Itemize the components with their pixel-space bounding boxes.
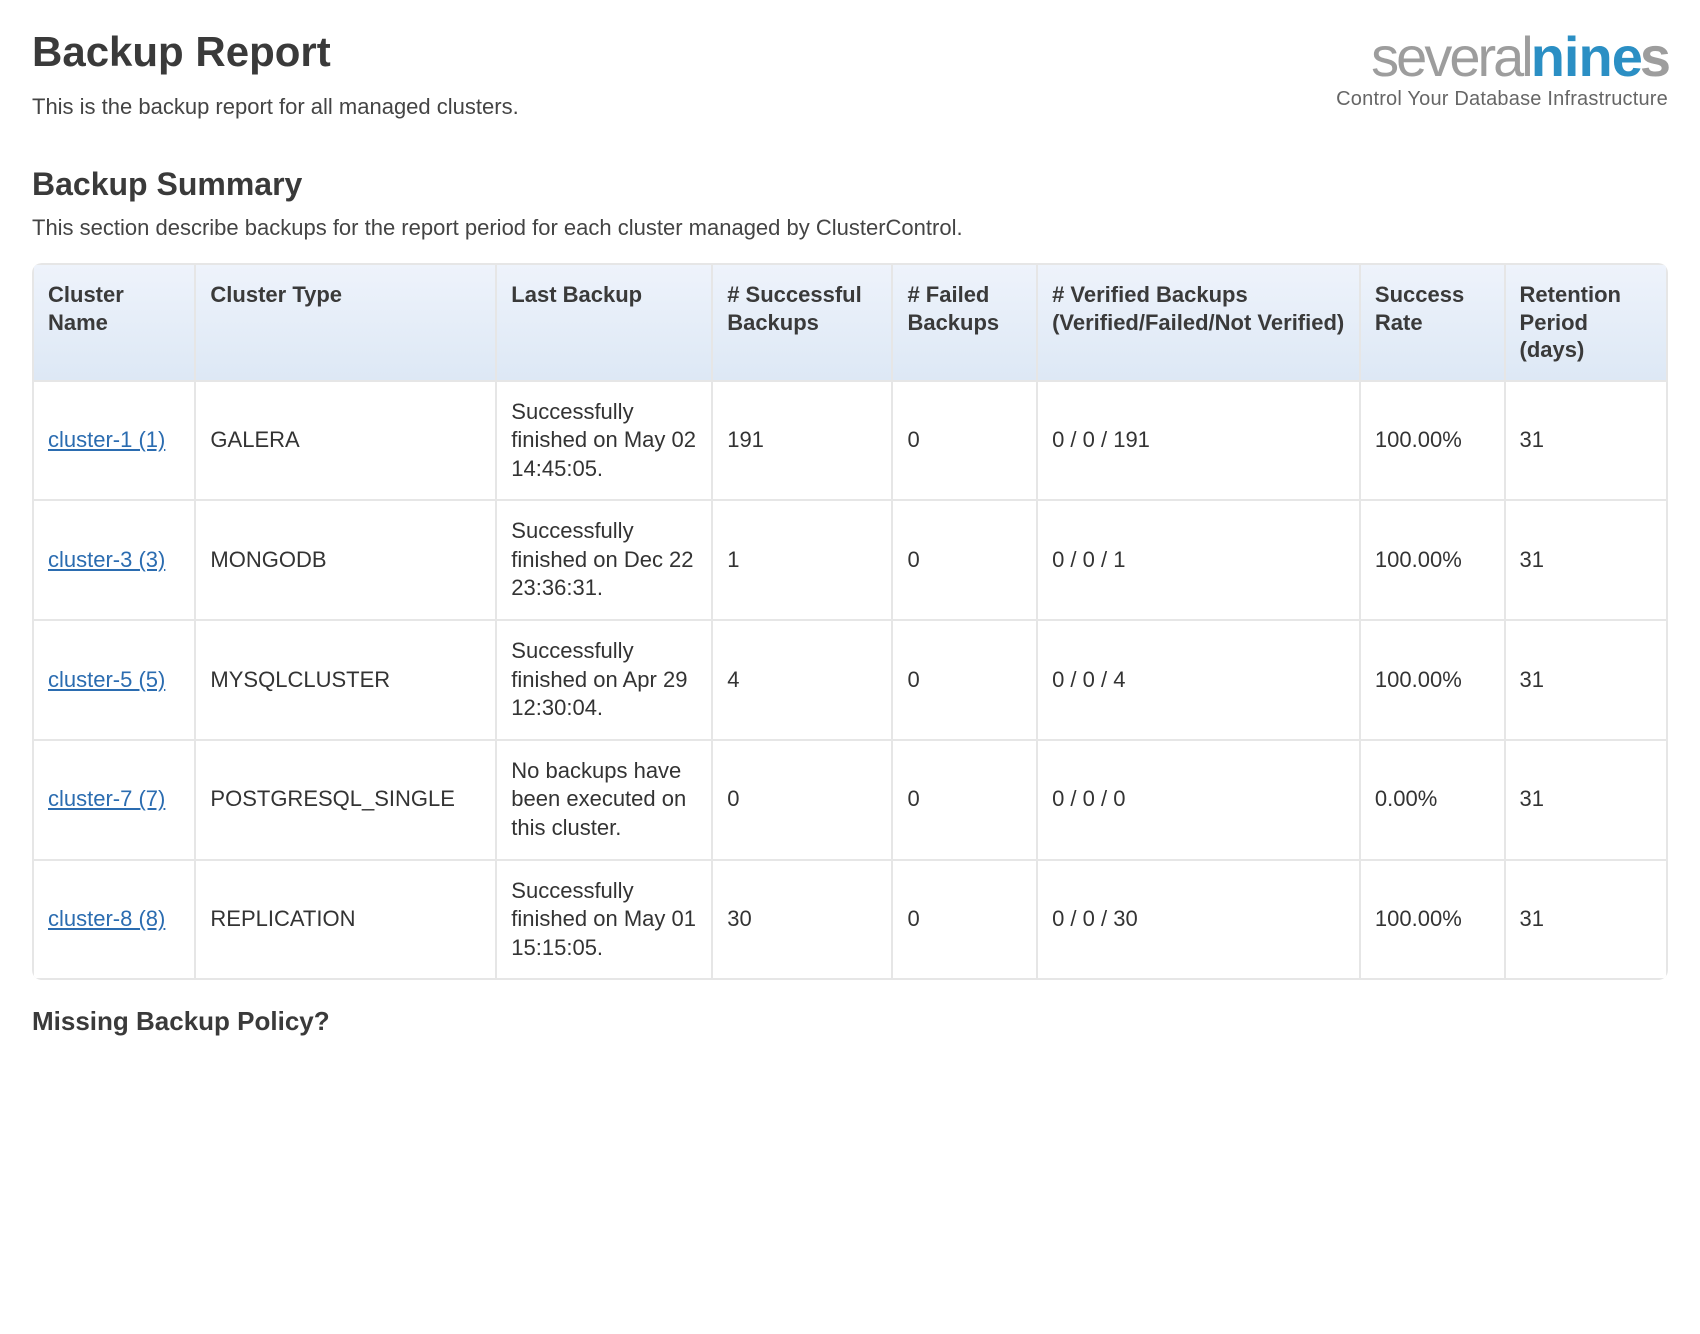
- cell-verified: 0 / 0 / 0: [1038, 741, 1359, 859]
- cell-successful: 191: [713, 382, 891, 500]
- col-cluster-type: Cluster Type: [196, 265, 495, 380]
- logo-tagline: Control Your Database Infrastructure: [1248, 88, 1668, 111]
- cell-verified: 0 / 0 / 1: [1038, 501, 1359, 619]
- cell-cluster-type: MONGODB: [196, 501, 495, 619]
- cell-success-rate: 0.00%: [1361, 741, 1504, 859]
- col-verified: # Verified Backups (Verified/Failed/Not …: [1038, 265, 1359, 380]
- table-header-row: Cluster Name Cluster Type Last Backup # …: [34, 265, 1666, 380]
- col-retention: Retention Period (days): [1506, 265, 1666, 380]
- logo-text-several: several: [1371, 25, 1531, 88]
- cell-last-backup: No backups have been executed on this cl…: [497, 741, 711, 859]
- cell-successful: 1: [713, 501, 891, 619]
- cell-cluster-type: POSTGRESQL_SINGLE: [196, 741, 495, 859]
- cell-success-rate: 100.00%: [1361, 501, 1504, 619]
- col-last-backup: Last Backup: [497, 265, 711, 380]
- col-success-rate: Success Rate: [1361, 265, 1504, 380]
- cell-failed: 0: [893, 501, 1036, 619]
- cluster-link[interactable]: cluster-7 (7): [48, 786, 165, 811]
- cell-retention: 31: [1506, 861, 1666, 979]
- cell-last-backup: Successfully finished on May 02 14:45:05…: [497, 382, 711, 500]
- logo-text-nin: nin: [1531, 25, 1612, 88]
- cell-cluster-name: cluster-1 (1): [34, 382, 194, 500]
- cell-failed: 0: [893, 741, 1036, 859]
- col-failed: # Failed Backups: [893, 265, 1036, 380]
- cell-last-backup: Successfully finished on May 01 15:15:05…: [497, 861, 711, 979]
- cell-cluster-type: GALERA: [196, 382, 495, 500]
- cell-success-rate: 100.00%: [1361, 861, 1504, 979]
- logo-text-s: s: [1640, 25, 1668, 88]
- cell-failed: 0: [893, 621, 1036, 739]
- cluster-link[interactable]: cluster-5 (5): [48, 667, 165, 692]
- cell-success-rate: 100.00%: [1361, 382, 1504, 500]
- cell-successful: 4: [713, 621, 891, 739]
- cell-retention: 31: [1506, 382, 1666, 500]
- col-cluster-name: Cluster Name: [34, 265, 194, 380]
- page-subtitle: This is the backup report for all manage…: [32, 94, 519, 120]
- brand-logo: severalnines Control Your Database Infra…: [1248, 28, 1668, 111]
- cell-cluster-name: cluster-7 (7): [34, 741, 194, 859]
- cell-success-rate: 100.00%: [1361, 621, 1504, 739]
- cell-cluster-name: cluster-8 (8): [34, 861, 194, 979]
- table-row: cluster-7 (7) POSTGRESQL_SINGLENo backups…: [34, 741, 1666, 859]
- cell-verified: 0 / 0 / 30: [1038, 861, 1359, 979]
- cell-successful: 30: [713, 861, 891, 979]
- cell-failed: 0: [893, 861, 1036, 979]
- cell-verified: 0 / 0 / 191: [1038, 382, 1359, 500]
- table-row: cluster-8 (8) REPLICATIONSuccessfully fin…: [34, 861, 1666, 979]
- cell-retention: 31: [1506, 741, 1666, 859]
- table-row: cluster-1 (1) GALERASuccessfully finished…: [34, 382, 1666, 500]
- cell-cluster-type: MYSQLCLUSTER: [196, 621, 495, 739]
- cell-retention: 31: [1506, 501, 1666, 619]
- cell-failed: 0: [893, 382, 1036, 500]
- col-successful: # Successful Backups: [713, 265, 891, 380]
- cluster-link[interactable]: cluster-3 (3): [48, 547, 165, 572]
- logo-text-e: e: [1612, 25, 1640, 88]
- missing-policy-heading: Missing Backup Policy?: [32, 1006, 1668, 1037]
- cluster-link[interactable]: cluster-1 (1): [48, 427, 165, 452]
- cell-last-backup: Successfully finished on Apr 29 12:30:04…: [497, 621, 711, 739]
- table-row: cluster-5 (5) MYSQLCLUSTERSuccessfully fi…: [34, 621, 1666, 739]
- cell-cluster-type: REPLICATION: [196, 861, 495, 979]
- page-title: Backup Report: [32, 28, 519, 76]
- backup-summary-table: Cluster Name Cluster Type Last Backup # …: [32, 263, 1668, 980]
- cell-cluster-name: cluster-3 (3): [34, 501, 194, 619]
- summary-description: This section describe backups for the re…: [32, 215, 1668, 241]
- cell-last-backup: Successfully finished on Dec 22 23:36:31…: [497, 501, 711, 619]
- cell-verified: 0 / 0 / 4: [1038, 621, 1359, 739]
- cell-cluster-name: cluster-5 (5): [34, 621, 194, 739]
- cell-successful: 0: [713, 741, 891, 859]
- table-row: cluster-3 (3) MONGODBSuccessfully finishe…: [34, 501, 1666, 619]
- cluster-link[interactable]: cluster-8 (8): [48, 906, 165, 931]
- cell-retention: 31: [1506, 621, 1666, 739]
- summary-heading: Backup Summary: [32, 166, 1668, 203]
